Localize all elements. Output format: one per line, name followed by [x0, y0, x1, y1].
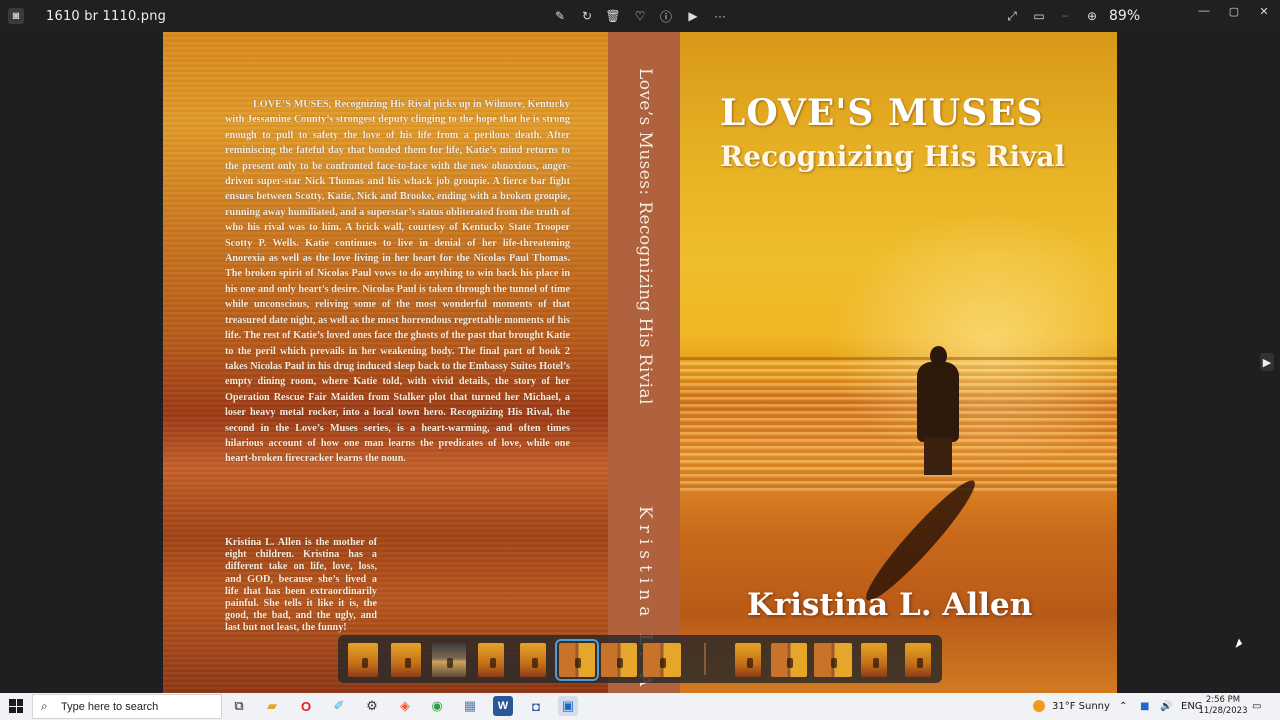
show-hidden-icons[interactable]: ⌃ [1119, 701, 1127, 712]
weather-icon[interactable] [1033, 700, 1045, 712]
filmstrip-thumbnail[interactable] [735, 643, 761, 677]
clock-time: 2:56 PM [1205, 695, 1241, 705]
edit-icon[interactable]: ✎ [552, 8, 568, 24]
filmstrip-thumbnail[interactable] [520, 643, 546, 677]
title-bar: ◙ 1610 br 1110.png ✎ ↻ 🗑 ♡ ⓘ ▶ ··· ⤢ ▭ −… [0, 0, 1280, 32]
front-author: Kristina L. Allen [747, 587, 1033, 623]
filmstrip-thumbnail[interactable] [348, 643, 378, 677]
ocean-waves [680, 362, 1117, 492]
photos-icon[interactable]: ▣ [558, 696, 578, 716]
silhouette-head [930, 346, 947, 366]
weather-text[interactable]: 31°F Sunny [1052, 701, 1110, 712]
camera-icon[interactable]: ◘ [526, 696, 546, 716]
delete-icon[interactable]: 🗑 [605, 8, 621, 24]
filmstrip [338, 635, 942, 683]
filmstrip-thumbnail[interactable] [905, 643, 931, 677]
horizon-line [680, 357, 1117, 360]
book-spine: Love’s Muses: Recognizing His Rivial Kri… [608, 32, 680, 693]
windows-start-icon[interactable] [9, 699, 23, 713]
more-icon[interactable]: ··· [712, 8, 728, 24]
front-title: LOVE'S MUSES [720, 92, 1044, 134]
taskbar: ⌕ Type here to search ⧉ ▰ O ✐ ⚙ ◈ ◉ ▦ W … [0, 693, 1280, 720]
brave-icon[interactable]: ◈ [395, 696, 415, 716]
chrome-icon[interactable]: ◉ [427, 696, 447, 716]
filmstrip-thumbnail[interactable] [432, 643, 466, 677]
settings-icon[interactable]: ⚙ [362, 696, 382, 716]
zoom-in-icon[interactable]: ⊕ [1084, 8, 1100, 24]
close-button[interactable]: ✕ [1252, 4, 1276, 18]
filmstrip-thumbnail-selected[interactable] [555, 639, 599, 681]
zoom-out-icon[interactable]: − [1057, 8, 1073, 24]
photos-gallery-icon[interactable]: ▦ [460, 696, 480, 716]
filmstrip-thumbnail[interactable] [814, 643, 852, 677]
filmstrip-thumbnail[interactable] [478, 643, 504, 677]
search-placeholder: Type here to search [61, 700, 159, 713]
silhouette-figure [917, 362, 959, 442]
book-cover-image: LOVE’S MUSES, Recognizing His Rival pick… [163, 32, 1117, 693]
image-viewer: LOVE’S MUSES, Recognizing His Rival pick… [0, 32, 1280, 693]
fullscreen-icon[interactable]: ⤢ [1004, 8, 1020, 24]
filmstrip-thumbnail[interactable] [861, 643, 887, 677]
volume-icon[interactable]: 🔊 [1160, 701, 1172, 712]
notifications-icon[interactable]: ▭ [1252, 701, 1261, 712]
file-explorer-icon[interactable]: ▰ [262, 696, 282, 716]
clock[interactable]: 2:56 PM 11/28/2023 [1198, 695, 1248, 717]
clock-date: 11/28/2023 [1198, 706, 1248, 716]
opera-icon[interactable]: O [296, 696, 316, 716]
file-name: 1610 br 1110.png [46, 9, 167, 24]
filmstrip-thumbnail[interactable] [391, 643, 421, 677]
back-cover-blurb: LOVE’S MUSES, Recognizing His Rival pick… [225, 99, 570, 465]
taskbar-search[interactable]: ⌕ Type here to search [32, 694, 222, 719]
info-icon[interactable]: ⓘ [658, 8, 674, 24]
filmstrip-separator [704, 643, 706, 675]
minimize-button[interactable]: — [1192, 4, 1216, 18]
front-cover: LOVE'S MUSES Recognizing His Rival Krist… [680, 32, 1117, 693]
filmstrip-thumbnail[interactable] [771, 643, 807, 677]
spine-title: Love’s Muses: Recognizing His Rivial [635, 68, 655, 405]
task-view-icon[interactable]: ⧉ [229, 696, 249, 716]
filmstrip-thumbnail[interactable] [601, 643, 637, 677]
back-cover: LOVE’S MUSES, Recognizing His Rival pick… [163, 32, 608, 693]
rotate-icon[interactable]: ↻ [579, 8, 595, 24]
search-icon: ⌕ [41, 699, 48, 713]
fit-icon[interactable]: ▭ [1031, 8, 1047, 24]
author-bio: Kristina L. Allen is the mother of eight… [225, 537, 377, 634]
mouse-cursor [1235, 638, 1244, 650]
slideshow-icon[interactable]: ▶ [685, 8, 701, 24]
photos-app-icon: ◙ [8, 8, 24, 24]
tray-app-icon[interactable]: ■ [1140, 701, 1149, 712]
silhouette-legs [924, 437, 952, 475]
next-image-button[interactable]: ▶ [1260, 353, 1274, 371]
word-icon[interactable]: W [493, 696, 513, 716]
filmstrip-thumbnail[interactable] [643, 643, 681, 677]
paint-icon[interactable]: ✐ [329, 696, 349, 716]
maximize-button[interactable]: ▢ [1222, 4, 1246, 18]
favorite-icon[interactable]: ♡ [632, 8, 648, 24]
front-subtitle: Recognizing His Rival [720, 140, 1066, 173]
zoom-level: 89% [1109, 8, 1141, 24]
